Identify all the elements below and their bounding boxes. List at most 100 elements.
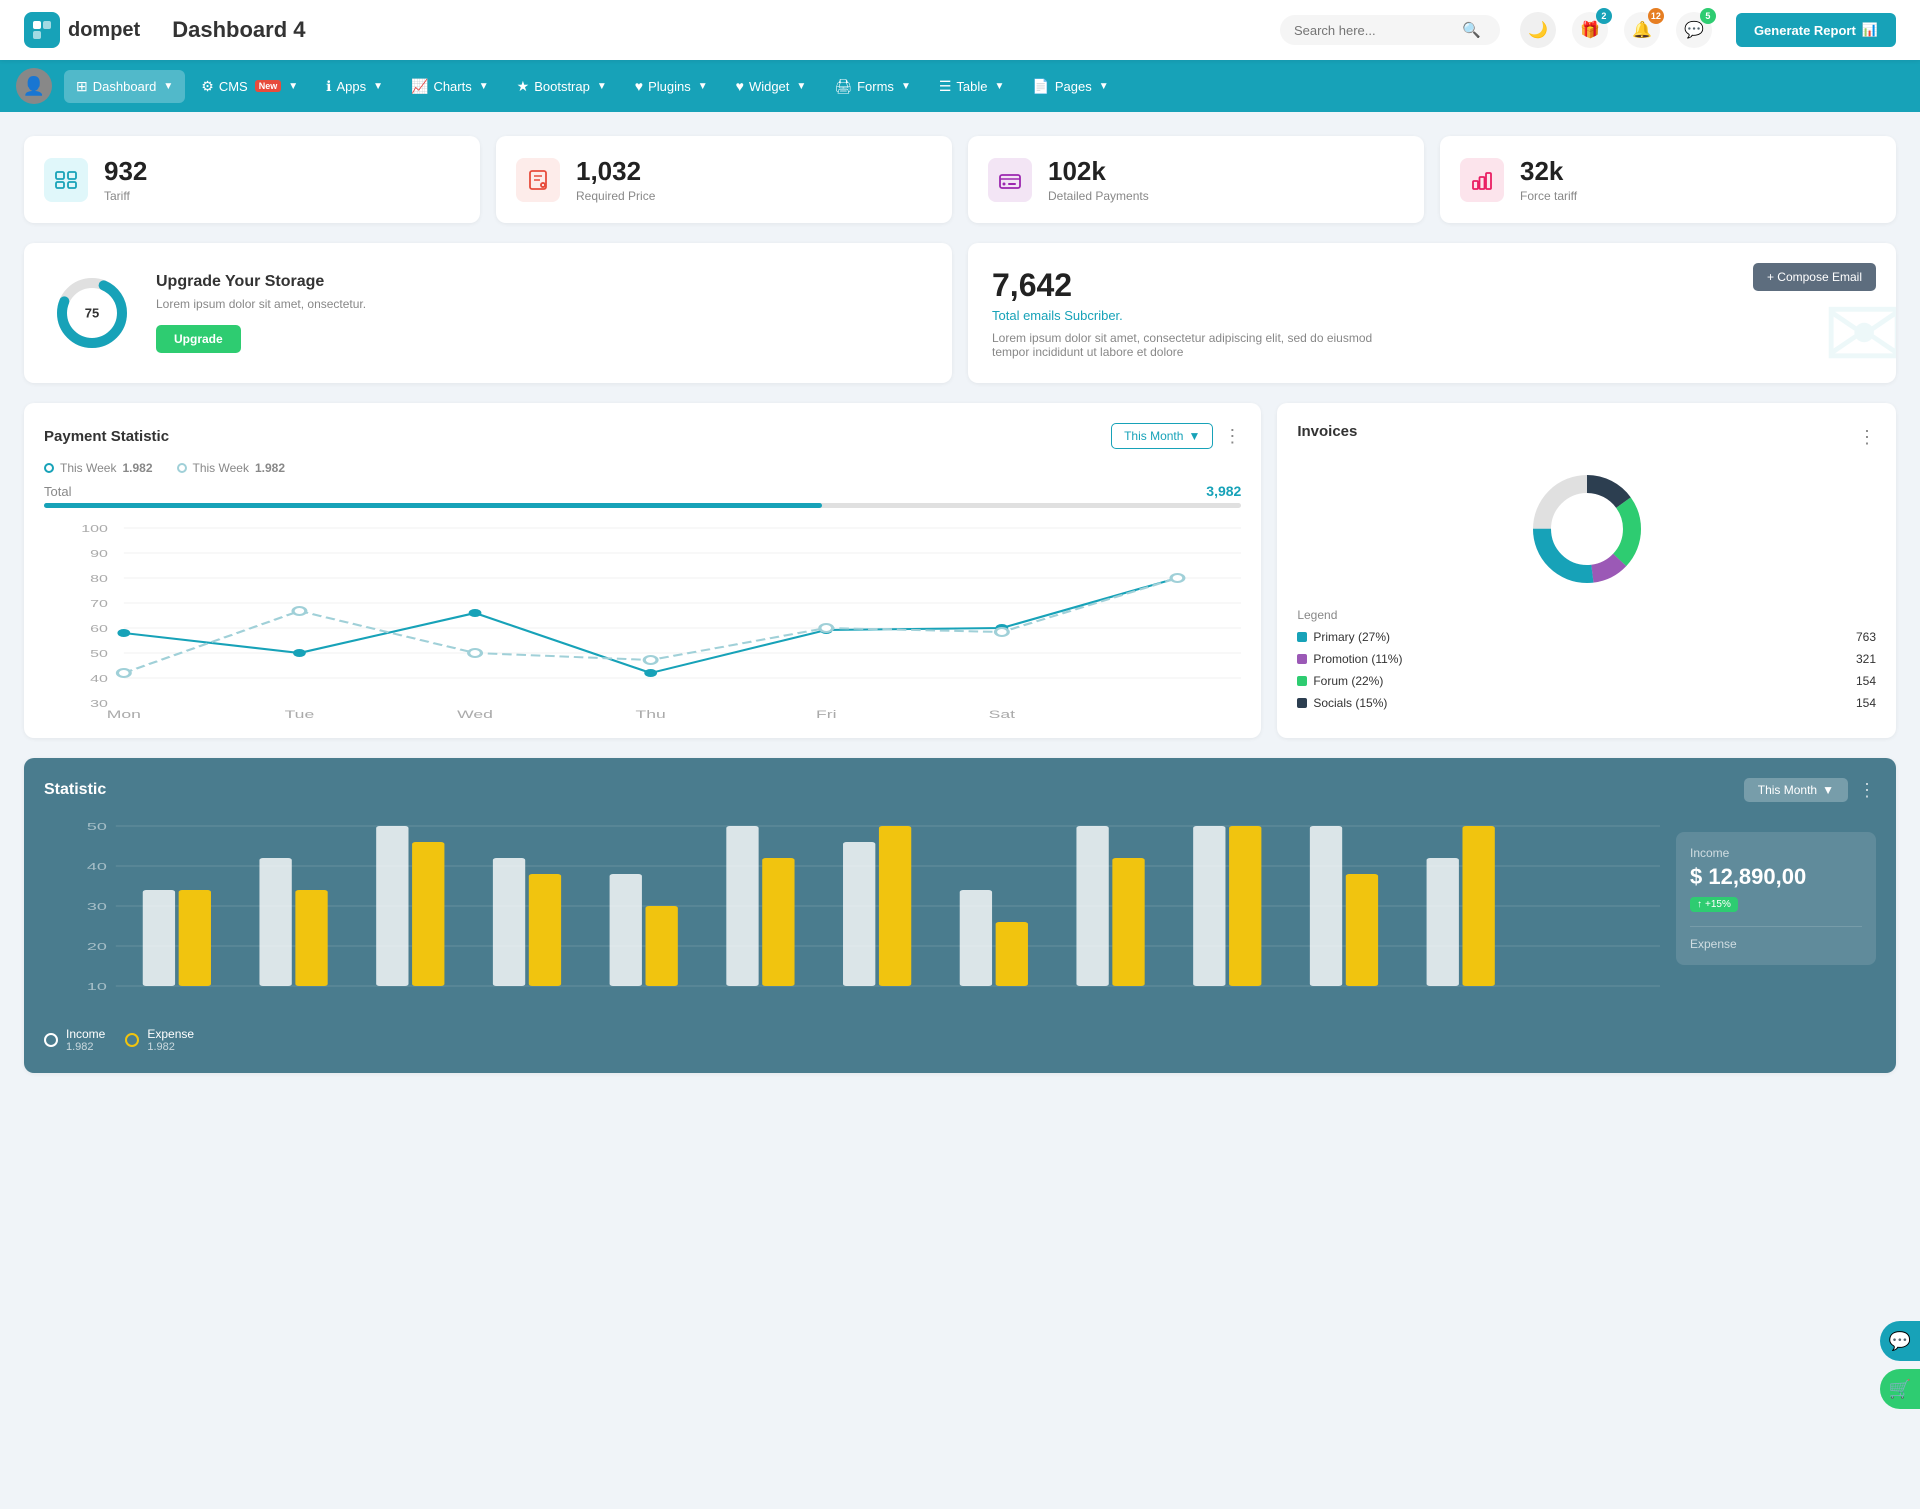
logo-icon <box>24 12 60 48</box>
expense-panel-label: Expense <box>1690 937 1862 951</box>
svg-text:40: 40 <box>90 673 108 684</box>
line-chart-area: 100 90 80 70 60 50 40 30 <box>44 518 1241 718</box>
search-area: 🔍 <box>1280 15 1500 45</box>
bootstrap-label: Bootstrap <box>534 79 590 94</box>
svg-text:90: 90 <box>90 548 108 559</box>
plugins-icon: ♥ <box>635 78 643 94</box>
sidebar-item-widget[interactable]: ♥ Widget ▼ <box>724 70 819 102</box>
plugins-chevron: ▼ <box>698 81 708 92</box>
legend-section: Legend Primary (27%) 763 Promotion (11%)… <box>1297 608 1876 710</box>
svg-text:Mon: Mon <box>107 709 141 721</box>
stat-card-required-price: 1,032 Required Price <box>496 136 952 223</box>
sidebar-item-cms[interactable]: ⚙ CMS New ▼ <box>189 70 310 103</box>
statistic-content: 50 40 30 20 10 <box>44 816 1876 1053</box>
legend-item-1: This Week 1.982 <box>177 461 286 475</box>
moon-toggle[interactable]: 🌙 <box>1520 12 1556 48</box>
forms-label: Forms <box>857 79 894 94</box>
stat-chevron-icon: ▼ <box>1822 783 1834 797</box>
payment-chart-card: Payment Statistic This Month ▼ ⋮ This We… <box>24 403 1261 738</box>
legend-inv-forum: Forum (22%) 154 <box>1297 674 1876 688</box>
income-panel-value: $ 12,890,00 <box>1690 864 1862 890</box>
month-dropdown[interactable]: This Month ▼ <box>1111 423 1213 449</box>
sidebar-item-bootstrap[interactable]: ★ Bootstrap ▼ <box>505 70 619 103</box>
table-icon: ☰ <box>939 78 952 95</box>
legend-dot-0 <box>44 463 54 473</box>
stat-month-label: This Month <box>1758 783 1817 797</box>
table-label: Table <box>956 79 987 94</box>
msg-badge: 5 <box>1700 8 1716 24</box>
force-tariff-info: 32k Force tariff <box>1520 156 1577 203</box>
search-input[interactable] <box>1294 23 1454 38</box>
payment-chart-more[interactable]: ⋮ <box>1223 426 1241 447</box>
sidebar-item-pages[interactable]: 📄 Pages ▼ <box>1020 70 1120 103</box>
legend-inv-promo-left: Promotion (11%) <box>1297 652 1402 666</box>
price-info: 1,032 Required Price <box>576 156 655 203</box>
storage-percent: 75 <box>85 306 99 321</box>
stat-card-detailed-payments: 102k Detailed Payments <box>968 136 1424 223</box>
stat-month-button[interactable]: This Month ▼ <box>1744 778 1848 802</box>
support-float-button[interactable]: 💬 <box>1880 1321 1920 1361</box>
apps-icon: ℹ <box>326 78 331 95</box>
nav-avatar: 👤 <box>16 68 52 104</box>
invoices-more[interactable]: ⋮ <box>1858 427 1876 448</box>
sidebar-item-plugins[interactable]: ♥ Plugins ▼ <box>623 70 720 102</box>
invoices-card: Invoices ⋮ <box>1277 403 1896 738</box>
income-panel: Income $ 12,890,00 ↑ +15% Expense <box>1676 832 1876 965</box>
income-legend-label: Income <box>66 1027 105 1041</box>
sidebar-item-dashboard[interactable]: ⊞ Dashboard ▼ <box>64 70 185 103</box>
bootstrap-icon: ★ <box>517 78 530 95</box>
payment-progress-fill <box>44 503 822 508</box>
svg-text:30: 30 <box>90 698 108 709</box>
email-desc: Lorem ipsum dolor sit amet, consectetur … <box>992 331 1392 359</box>
income-legend-sublabel: 1.982 <box>66 1041 105 1053</box>
chart-icon: 📊 <box>1862 22 1878 38</box>
shop-float-button[interactable]: 🛒 <box>1880 1369 1920 1409</box>
expense-legend-info: Expense 1.982 <box>147 1027 194 1053</box>
statistic-more[interactable]: ⋮ <box>1858 780 1876 801</box>
sidebar-item-table[interactable]: ☰ Table ▼ <box>927 70 1017 103</box>
bell-icon-btn[interactable]: 🔔 12 <box>1624 12 1660 48</box>
legend-val-1: 1.982 <box>255 461 285 475</box>
dashboard-label: Dashboard <box>93 79 157 94</box>
payment-chart-title: Payment Statistic <box>44 428 169 445</box>
expense-circle <box>125 1033 139 1047</box>
invoices-donut <box>1297 464 1876 594</box>
widget-label: Widget <box>749 79 789 94</box>
promo-value: 321 <box>1856 652 1876 666</box>
upgrade-button[interactable]: Upgrade <box>156 325 241 353</box>
expense-legend-sublabel: 1.982 <box>147 1041 194 1053</box>
message-icon-btn[interactable]: 💬 5 <box>1676 12 1712 48</box>
sidebar-item-forms[interactable]: 🖨 Forms ▼ <box>822 70 923 103</box>
gift-icon-btn[interactable]: 🎁 2 <box>1572 12 1608 48</box>
generate-report-button[interactable]: Generate Report 📊 <box>1736 13 1896 47</box>
expense-legend-label: Expense <box>147 1027 194 1041</box>
svg-text:10: 10 <box>87 982 107 993</box>
arrow-up-icon: ↑ <box>1697 899 1702 910</box>
widget-chevron: ▼ <box>796 81 806 92</box>
header-icons: 🌙 🎁 2 🔔 12 💬 5 Generate Report 📊 <box>1520 12 1896 48</box>
income-legend-item: Income 1.982 <box>44 1027 105 1053</box>
floating-buttons: 💬 🛒 <box>1880 1321 1920 1409</box>
stat-card-force-tariff: 32k Force tariff <box>1440 136 1896 223</box>
middle-row: 75 Upgrade Your Storage Lorem ipsum dolo… <box>24 243 1896 383</box>
charts-icon: 📈 <box>411 78 428 95</box>
plugins-label: Plugins <box>648 79 691 94</box>
chart-controls: This Month ▼ ⋮ <box>1111 423 1241 449</box>
tariff-label: Tariff <box>104 189 147 203</box>
payments-label: Detailed Payments <box>1048 189 1149 203</box>
promo-sq <box>1297 654 1307 664</box>
income-legend-info: Income 1.982 <box>66 1027 105 1053</box>
compose-email-button[interactable]: + Compose Email <box>1753 263 1876 291</box>
svg-text:100: 100 <box>81 523 108 534</box>
invoices-header: Invoices ⋮ <box>1297 423 1876 452</box>
storage-title: Upgrade Your Storage <box>156 273 366 291</box>
primary-sq <box>1297 632 1307 642</box>
sidebar-item-apps[interactable]: ℹ Apps ▼ <box>314 70 395 103</box>
primary-value: 763 <box>1856 630 1876 644</box>
storage-info: Upgrade Your Storage Lorem ipsum dolor s… <box>156 273 366 353</box>
legend-inv-promo: Promotion (11%) 321 <box>1297 652 1876 666</box>
statistic-title: Statistic <box>44 781 106 799</box>
legend-label-1: This Week <box>193 461 249 475</box>
legend-val-0: 1.982 <box>122 461 152 475</box>
sidebar-item-charts[interactable]: 📈 Charts ▼ <box>399 70 501 103</box>
